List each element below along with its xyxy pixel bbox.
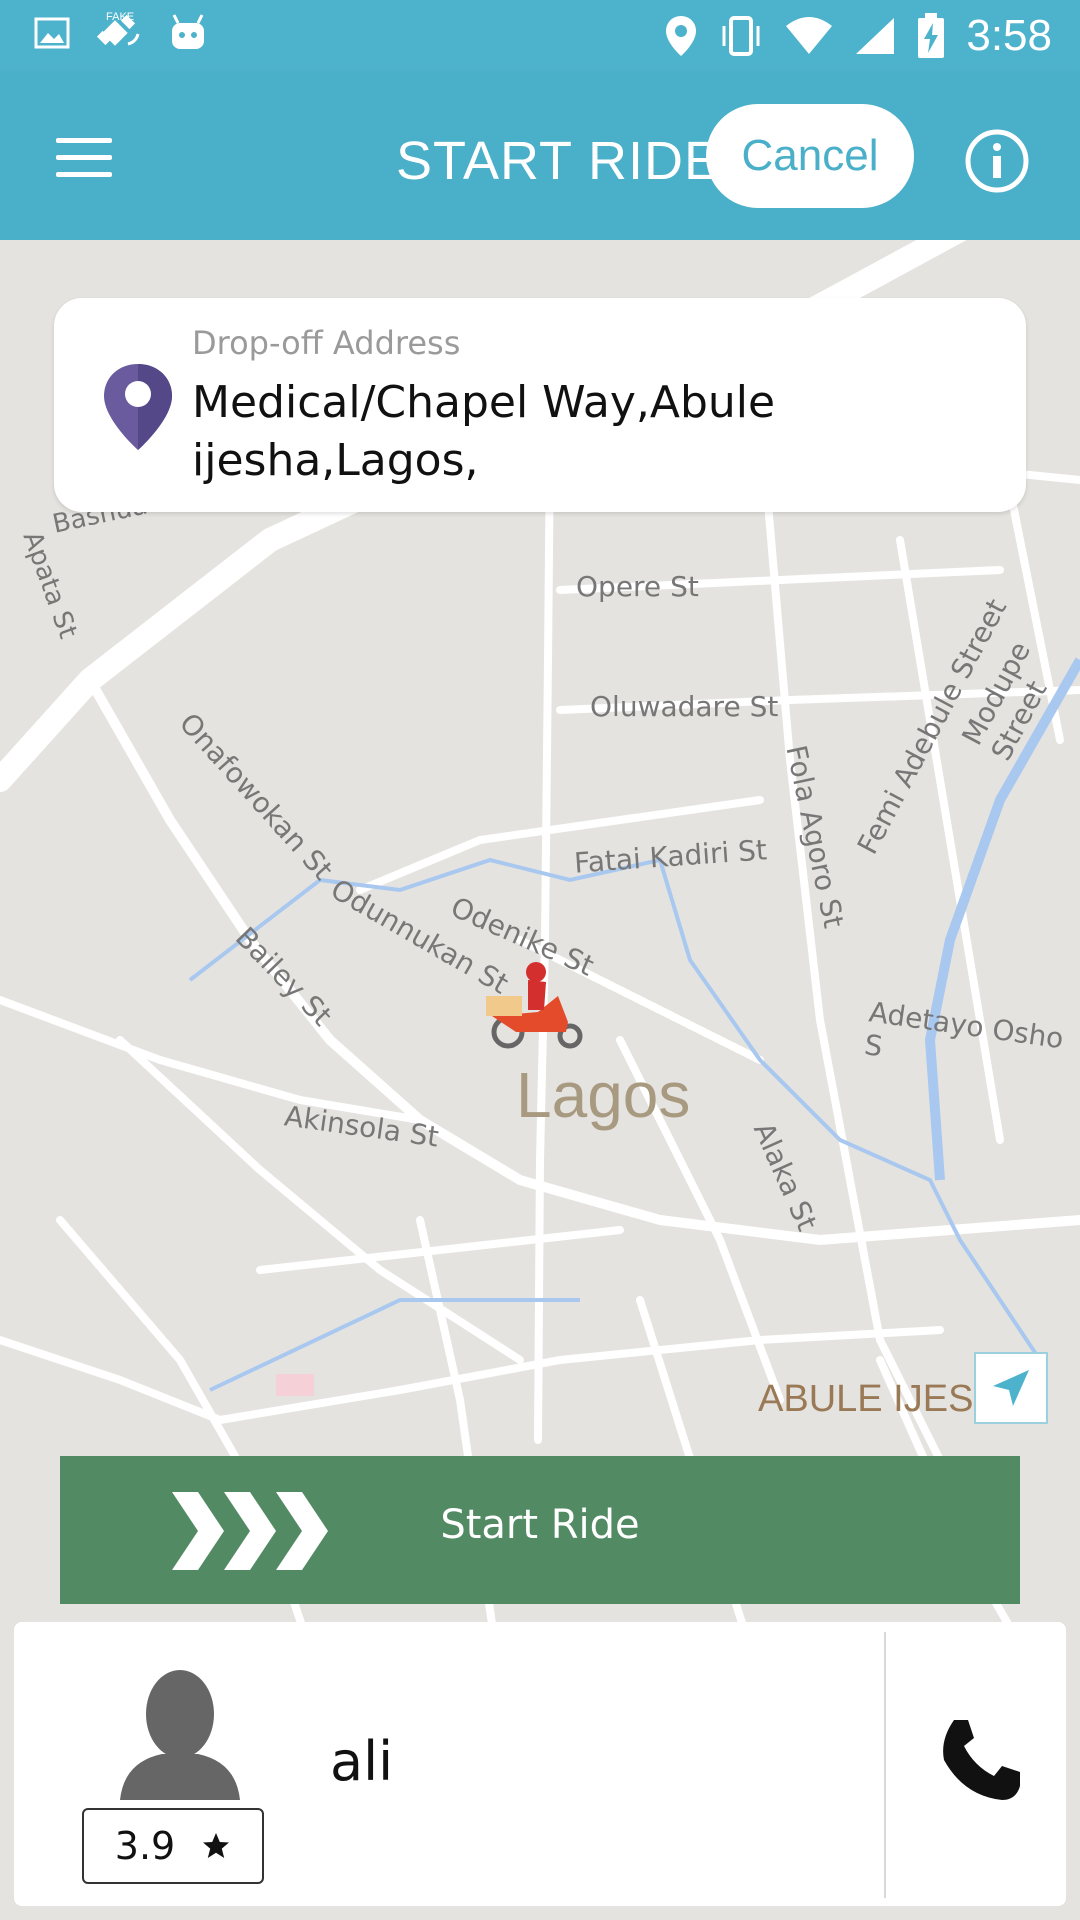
android-icon — [172, 14, 204, 49]
scooter-rider-icon — [486, 962, 583, 1049]
dropoff-address: Medical/Chapel Way,Abule ijesha,Lagos, — [192, 377, 776, 486]
info-icon[interactable] — [964, 128, 1030, 194]
driver-rating: 3.9 — [82, 1808, 264, 1884]
app-bar: START RIDE Cancel — [0, 72, 1080, 240]
status-bar: FAKE 3:58 — [0, 0, 1080, 72]
map-label-oluwadare: Oluwadare St — [590, 690, 779, 723]
start-ride-label: Start Ride — [440, 1502, 640, 1548]
fake-gps-icon: FAKE — [96, 11, 140, 46]
wifi-icon — [786, 17, 833, 54]
map-label-city: Lagos — [516, 1059, 691, 1131]
gallery-icon — [34, 17, 70, 49]
rating-value: 3.9 — [114, 1824, 176, 1868]
start-ride-slider[interactable]: Start Ride — [60, 1456, 1020, 1604]
battery-icon — [918, 13, 945, 58]
my-location-button[interactable] — [974, 1352, 1048, 1424]
map-label-opere: Opere St — [576, 570, 699, 603]
location-icon — [666, 16, 697, 56]
phone-icon[interactable] — [934, 1714, 1026, 1806]
star-icon — [203, 1833, 230, 1858]
vibrate-icon — [722, 16, 760, 56]
avatar-icon — [120, 1670, 240, 1800]
menu-icon[interactable] — [56, 138, 112, 178]
signal-icon — [856, 18, 895, 54]
driver-card: 3.9 ali — [14, 1622, 1066, 1906]
dropoff-card[interactable]: Drop-off Address Medical/Chapel Way,Abul… — [54, 298, 1026, 512]
page-title: START RIDE — [396, 131, 722, 191]
driver-name: ali — [330, 1730, 394, 1793]
divider — [884, 1632, 886, 1898]
map-label-area: ABULE IJESH — [758, 1378, 1001, 1420]
svg-text:FAKE: FAKE — [106, 11, 134, 23]
dropoff-label: Drop-off Address — [192, 324, 461, 362]
cancel-button[interactable]: Cancel — [706, 104, 914, 208]
status-time: 3:58 — [966, 11, 1052, 60]
map-pin-icon — [104, 364, 172, 450]
navigation-arrow-icon — [993, 1370, 1029, 1406]
